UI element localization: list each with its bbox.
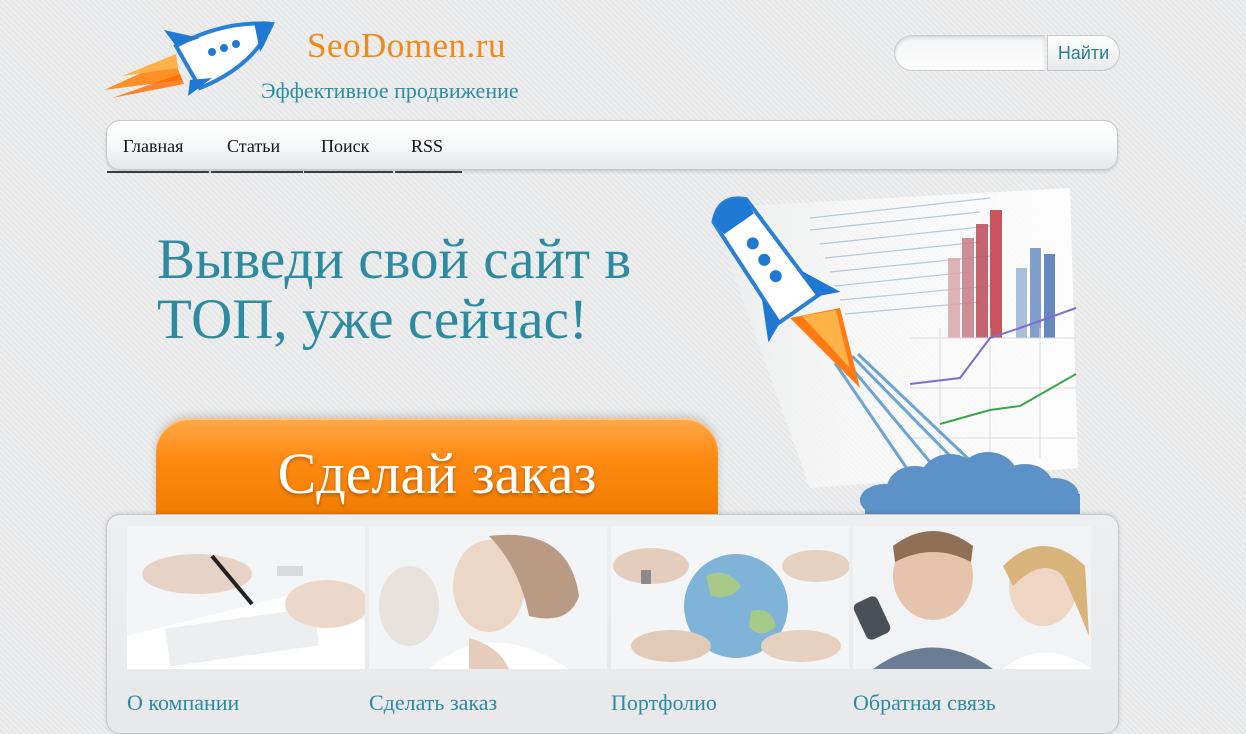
hands-holding-globe-photo — [611, 526, 849, 669]
search-form: Найти — [894, 35, 1120, 73]
nav-item-home[interactable]: Главная — [107, 121, 209, 173]
rocket-logo-icon — [104, 21, 275, 98]
people-on-phone-photo — [853, 526, 1091, 669]
hero-headline-line1: Выведи свой сайт в — [157, 228, 632, 291]
nav-item-label: RSS — [411, 136, 444, 156]
nav-item-rss[interactable]: RSS — [395, 121, 462, 173]
nav-item-label: Главная — [123, 136, 184, 156]
nav-underline — [395, 171, 462, 173]
tile-caption[interactable]: Сделать заказ — [369, 690, 497, 716]
tile-about[interactable]: О компании — [127, 526, 365, 715]
handshake-document-photo — [127, 526, 365, 669]
hero-headline: Выведи свой сайт в ТОП, уже сейчас! — [157, 230, 757, 350]
nav-item-articles[interactable]: Статьи — [211, 121, 303, 173]
site-title[interactable]: SeoDomen.ru — [307, 26, 506, 66]
tile-order[interactable]: Сделать заказ — [369, 526, 607, 715]
tile-portfolio[interactable]: Портфолио — [611, 526, 849, 715]
nav-underline — [107, 171, 209, 173]
hero-headline-line2: ТОП, уже сейчас! — [157, 288, 588, 351]
tile-feedback[interactable]: Обратная связь — [853, 526, 1091, 715]
woman-looking-up-photo — [369, 526, 607, 669]
rocket-chart-illustration — [710, 188, 1080, 518]
tile-caption[interactable]: О компании — [127, 690, 239, 716]
nav-item-label: Поиск — [321, 136, 370, 156]
search-button[interactable]: Найти — [1047, 35, 1120, 71]
nav-underline — [304, 171, 393, 173]
order-cta-label: Сделай заказ — [277, 441, 597, 506]
nav-underline — [211, 171, 303, 173]
nav-item-search[interactable]: Поиск — [304, 121, 393, 173]
tile-caption[interactable]: Портфолио — [611, 690, 717, 716]
order-cta-button[interactable]: Сделай заказ — [156, 418, 718, 516]
nav-item-label: Статьи — [227, 136, 281, 156]
main-nav: Главная Статьи Поиск RSS — [106, 120, 1118, 173]
site-tagline: Эффективное продвижение — [261, 78, 519, 103]
tile-caption[interactable]: Обратная связь — [853, 690, 996, 716]
search-input[interactable] — [894, 35, 1045, 71]
